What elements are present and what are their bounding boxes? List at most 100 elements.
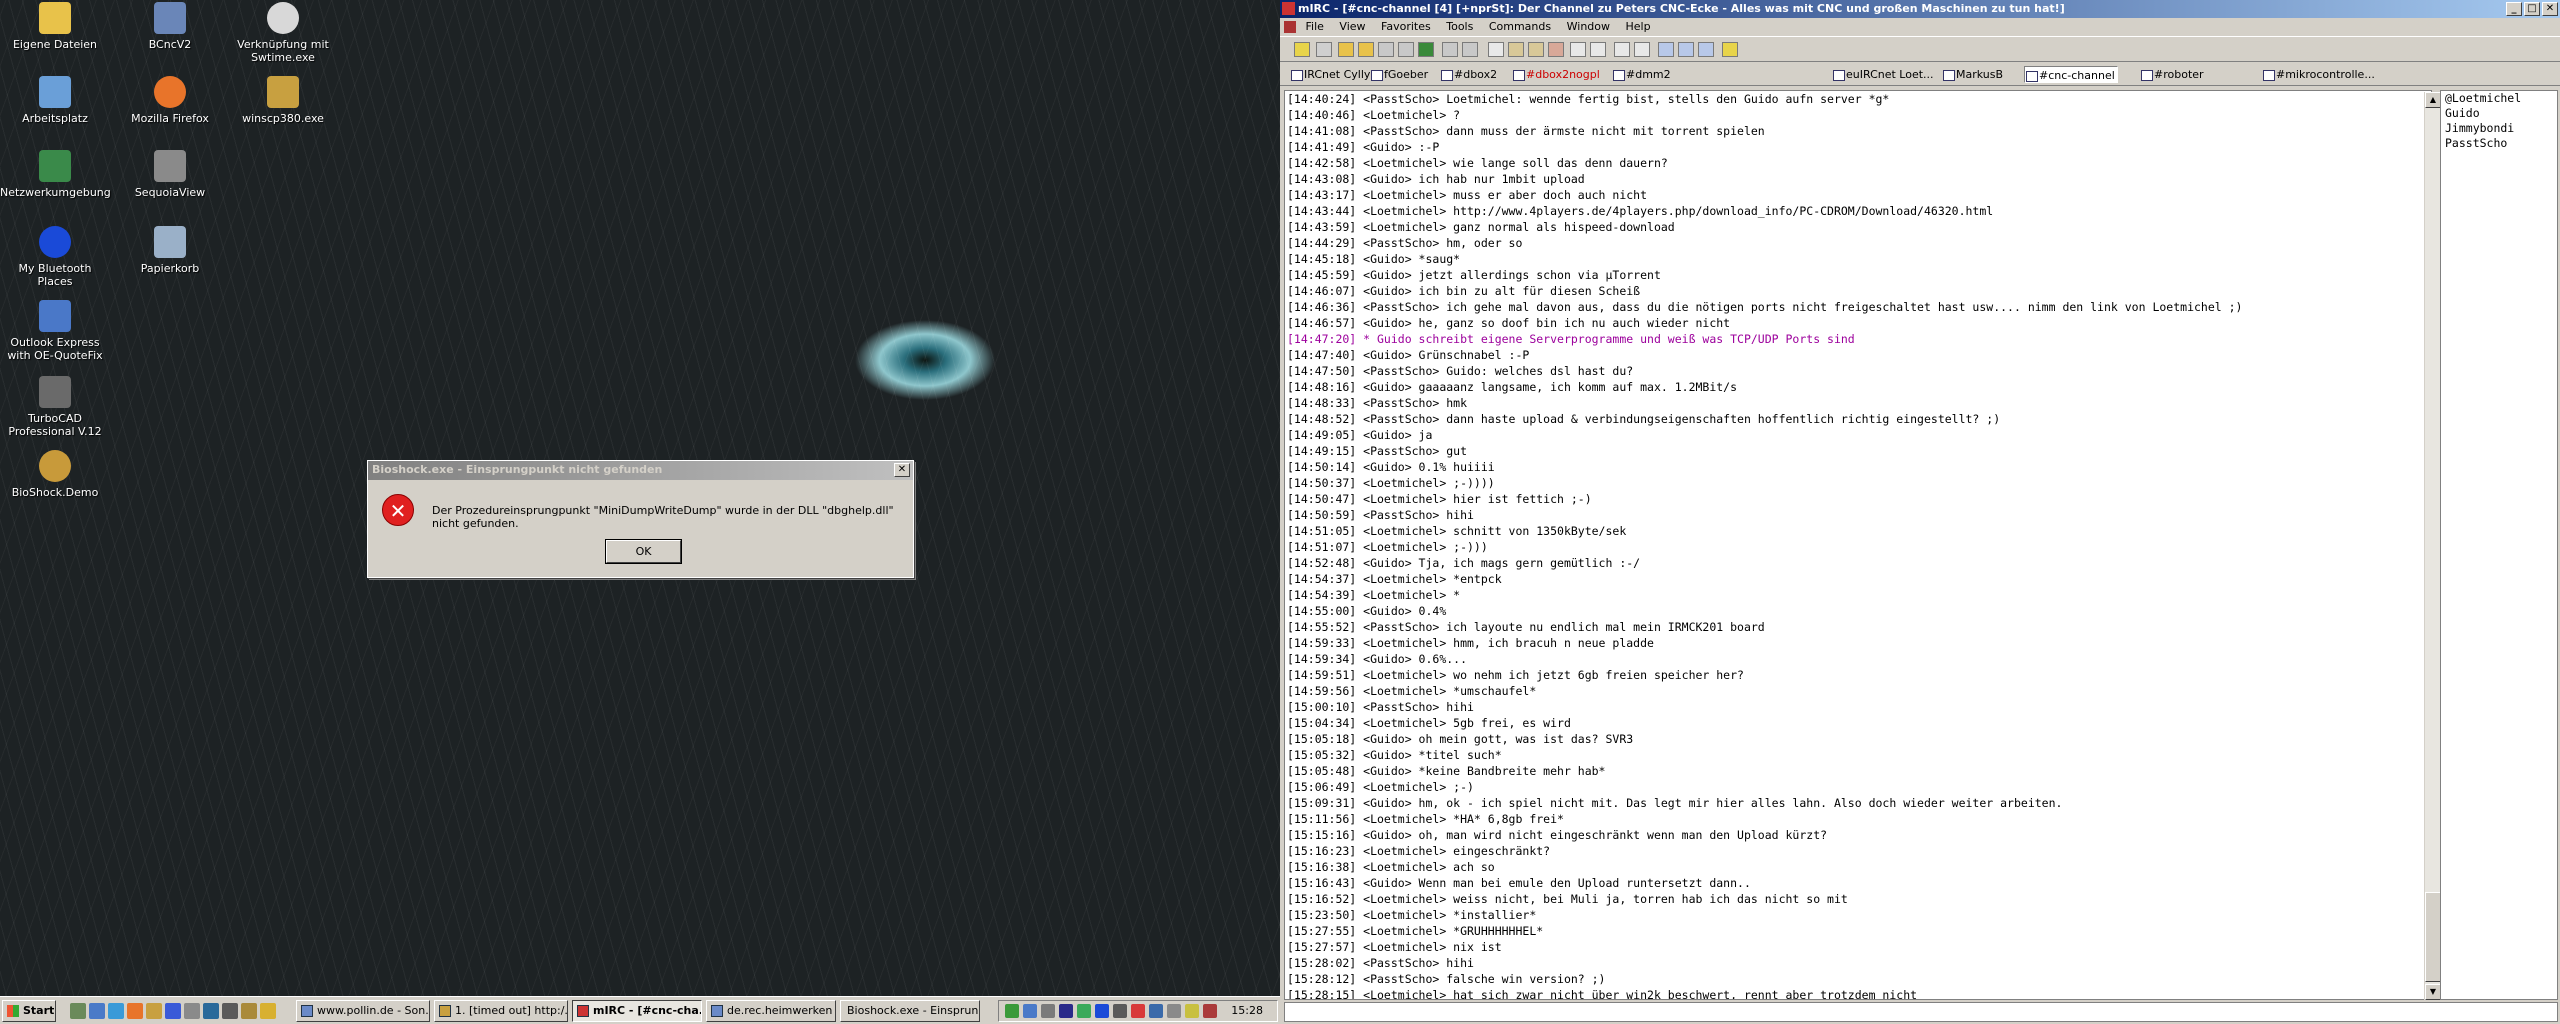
tab-roboter[interactable]: #roboter (2140, 66, 2204, 83)
show-desktop-icon[interactable] (70, 1003, 86, 1019)
nick-list[interactable]: @Loetmichel Guido Jimmybondi PasstScho (2440, 90, 2558, 1000)
tab-fgoeber[interactable]: fGoeber (1370, 66, 1428, 83)
desktop-icon-bluetooth-places[interactable]: My Bluetooth Places (0, 226, 110, 288)
taskbar-button-newsgroup[interactable]: de.rec.heimwerken ... (706, 1000, 836, 1022)
start-button[interactable]: Start (2, 1000, 56, 1022)
desktop-icon-netzwerkumgebung[interactable]: Netzwerkumgebung (0, 150, 111, 199)
quicklaunch-icon[interactable] (184, 1003, 200, 1019)
connect-icon[interactable] (1294, 42, 1310, 57)
mirc-titlebar[interactable]: mIRC - [#cnc-channel [4] [+nprSt]: Der C… (1280, 0, 2560, 18)
tray-icon[interactable] (1185, 1004, 1199, 1018)
desktop-icon-winscp[interactable]: winscp380.exe (228, 76, 338, 125)
taskbar-button-mirc[interactable]: mIRC - [#cnc-cha... (572, 1000, 702, 1022)
firefox-icon[interactable] (127, 1003, 143, 1019)
taskbar-button-bioshock[interactable]: Bioshock.exe - Einsprun... (840, 1000, 980, 1022)
favorites-icon[interactable] (1358, 42, 1374, 57)
explorer-icon[interactable] (89, 1003, 105, 1019)
close-icon[interactable]: ✕ (894, 463, 910, 477)
taskbar-button-pollin[interactable]: www.pollin.de - Son... (296, 1000, 430, 1022)
cascade-icon[interactable] (1678, 42, 1694, 57)
tray-icon[interactable] (1113, 1004, 1127, 1018)
menu-tools[interactable]: Tools (1446, 20, 1473, 33)
quicklaunch-icon[interactable] (241, 1003, 257, 1019)
toolbar-icon[interactable] (1570, 42, 1586, 57)
desktop-icon-turbocad[interactable]: TurboCAD Professional V.12 (0, 376, 110, 438)
desktop-icon-sequoiaview[interactable]: SequoiaView (115, 150, 225, 199)
chat-line: [14:48:16] <Guido> gaaaaanz langsame, ic… (1287, 380, 1738, 394)
ok-button[interactable]: OK (605, 539, 682, 564)
toolbar-icon[interactable] (1508, 42, 1524, 57)
clock[interactable]: 15:28 (1231, 1004, 1263, 1017)
list-channels-icon[interactable] (1398, 42, 1414, 57)
menu-favorites[interactable]: Favorites (1381, 20, 1431, 33)
tab-mikrocontroller[interactable]: #mikrocontrolle... (2262, 66, 2375, 83)
scroll-down-icon[interactable]: ▼ (2425, 984, 2441, 1000)
tray-icon[interactable] (1077, 1004, 1091, 1018)
quicklaunch-icon[interactable] (222, 1003, 238, 1019)
tray-icon[interactable] (1005, 1004, 1019, 1018)
chat-log[interactable]: [14:40:24] <PasstScho> Loetmichel: wennd… (1284, 90, 2432, 1000)
desktop-icon-bcncv2[interactable]: BCncV2 (115, 2, 225, 51)
bluetooth-icon[interactable] (1095, 1004, 1109, 1018)
tray-icon[interactable] (1059, 1004, 1073, 1018)
internet-explorer-icon[interactable] (108, 1003, 124, 1019)
volume-icon[interactable] (1167, 1004, 1181, 1018)
toolbar-icon[interactable] (1590, 42, 1606, 57)
scripts-icon[interactable] (1418, 42, 1434, 57)
tray-icon[interactable] (1149, 1004, 1163, 1018)
tray-icon[interactable] (1041, 1004, 1055, 1018)
toolbar-icon[interactable] (1528, 42, 1544, 57)
nick-list-item[interactable]: PasstScho (2441, 136, 2557, 151)
desktop-icon-papierkorb[interactable]: Papierkorb (115, 226, 225, 275)
toolbar-icon[interactable] (1634, 42, 1650, 57)
tray-icon[interactable] (1131, 1004, 1145, 1018)
disconnect-icon[interactable] (1316, 42, 1332, 57)
scroll-thumb[interactable] (2425, 892, 2441, 982)
arrange-icon[interactable] (1698, 42, 1714, 57)
menu-view[interactable]: View (1339, 20, 1365, 33)
minimize-icon[interactable]: _ (2506, 2, 2522, 16)
maximize-icon[interactable]: □ (2524, 2, 2540, 16)
desktop-icon-eigene-dateien[interactable]: Eigene Dateien (0, 2, 110, 51)
tab-dmm2[interactable]: #dmm2 (1612, 66, 1671, 83)
tray-icon[interactable] (1023, 1004, 1037, 1018)
tab-dbox2[interactable]: #dbox2 (1440, 66, 1497, 83)
desktop-icon-bioshock-demo[interactable]: BioShock.Demo (0, 450, 110, 499)
menu-file[interactable]: File (1306, 20, 1324, 33)
dialog-titlebar[interactable]: Bioshock.exe - Einsprungpunkt nicht gefu… (368, 461, 913, 480)
toolbar-icon[interactable] (1548, 42, 1564, 57)
tab-markusb[interactable]: MarkusB (1942, 66, 2003, 83)
quicklaunch-icon[interactable] (146, 1003, 162, 1019)
nick-list-item[interactable]: Guido (2441, 106, 2557, 121)
tab-cnc-channel[interactable]: #cnc-channel (2024, 66, 2118, 83)
desktop-icon-swtime[interactable]: Verknüpfung mit Swtime.exe (228, 2, 338, 64)
dcc-icon[interactable] (1462, 42, 1478, 57)
menu-commands[interactable]: Commands (1489, 20, 1551, 33)
quicklaunch-icon[interactable] (165, 1003, 181, 1019)
help-icon[interactable] (1722, 42, 1738, 57)
tab-ircnet-cylly[interactable]: IRCnet Cylly (1290, 66, 1370, 83)
nick-list-item[interactable]: Jimmybondi (2441, 121, 2557, 136)
desktop-icon-arbeitsplatz[interactable]: Arbeitsplatz (0, 76, 110, 125)
menu-window[interactable]: Window (1567, 20, 1610, 33)
taskbar-button-download[interactable]: 1. [timed out] http:/... (434, 1000, 568, 1022)
menu-help[interactable]: Help (1626, 20, 1651, 33)
close-icon[interactable]: ✕ (2542, 2, 2558, 16)
tray-icon[interactable] (1203, 1004, 1217, 1018)
quicklaunch-icon[interactable] (260, 1003, 276, 1019)
message-input[interactable] (1284, 1002, 2558, 1022)
scroll-up-icon[interactable]: ▲ (2425, 92, 2441, 108)
desktop-icon-firefox[interactable]: Mozilla Firefox (115, 76, 225, 125)
toolbar-icon[interactable] (1614, 42, 1630, 57)
tab-euircnet-loet[interactable]: euIRCnet Loet... (1832, 66, 1934, 83)
dcc-icon[interactable] (1442, 42, 1458, 57)
tile-icon[interactable] (1658, 42, 1674, 57)
address-book-icon[interactable] (1378, 42, 1394, 57)
quicklaunch-icon[interactable] (203, 1003, 219, 1019)
options-icon[interactable] (1338, 42, 1354, 57)
desktop-icon-outlook-express[interactable]: Outlook Express with OE-QuoteFix (0, 300, 110, 362)
toolbar-icon[interactable] (1488, 42, 1504, 57)
chat-scrollbar[interactable]: ▲ ▼ (2424, 92, 2441, 1000)
nick-list-item[interactable]: @Loetmichel (2441, 91, 2557, 106)
tab-dbox2nogpl[interactable]: #dbox2nogpl (1512, 66, 1600, 83)
